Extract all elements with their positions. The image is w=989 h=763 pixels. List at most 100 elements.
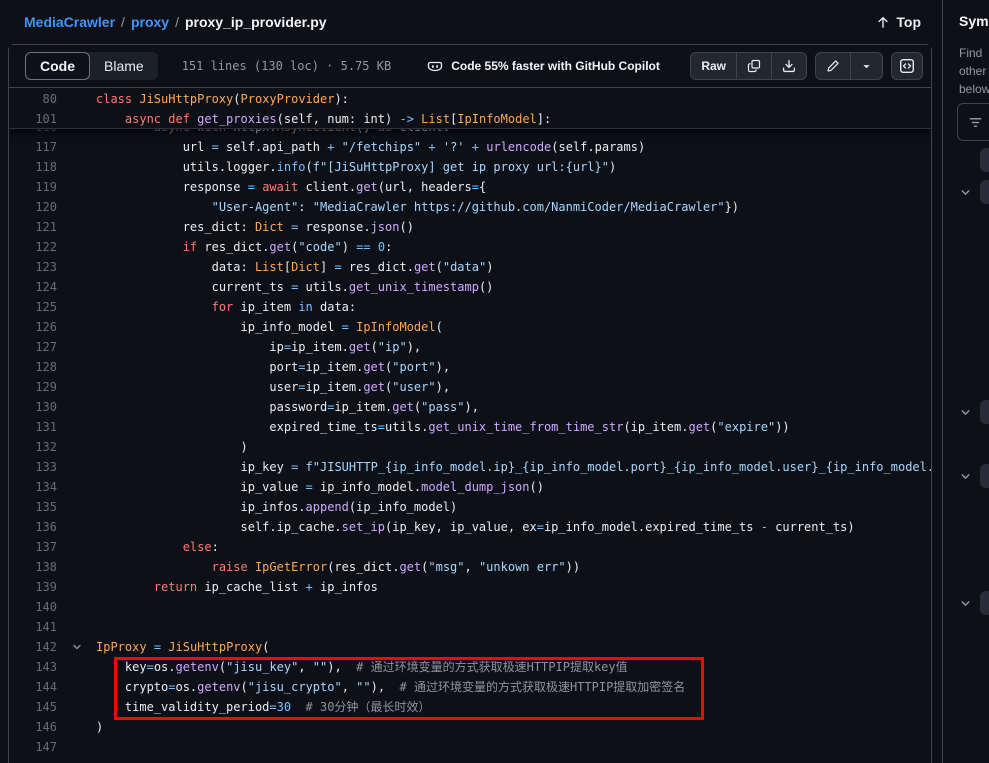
code-text: ip=ip_item.get("ip"), [96,337,421,357]
code-line: 120 "User-Agent": "MediaCrawler https://… [9,197,931,217]
copilot-banner[interactable]: Code 55% faster with GitHub Copilot [427,58,660,74]
code-text: self.ip_cache.set_ip(ip_key, ip_value, e… [96,517,855,537]
gutter [57,677,96,697]
code-text: async def get_proxies(self, num: int) ->… [96,109,551,129]
chevron-down-icon[interactable] [957,468,973,484]
line-number[interactable]: 80 [9,89,57,109]
line-number[interactable]: 128 [9,357,57,377]
symbols-panel-toggle-button[interactable] [891,52,923,80]
line-number[interactable]: 144 [9,677,57,697]
symbol-item[interactable] [980,591,989,615]
line-number[interactable]: 123 [9,257,57,277]
symbol-item[interactable] [980,148,989,172]
copy-icon [747,59,761,73]
copy-button[interactable] [736,53,771,79]
line-number[interactable]: 141 [9,617,57,637]
line-number[interactable]: 139 [9,577,57,597]
line-number[interactable]: 142 [9,637,57,657]
code-line: 147 [9,737,931,757]
chevron-down-icon[interactable] [957,184,973,200]
back-to-top-button[interactable]: Top [876,14,921,30]
code-text: utils.logger.info(f"[JiSuHttpProxy] get … [96,157,616,177]
line-number[interactable]: 121 [9,217,57,237]
gutter [57,137,96,157]
filter-button[interactable] [957,103,989,141]
chevron-down-icon[interactable] [957,595,973,611]
line-number[interactable]: 117 [9,137,57,157]
code-text: crypto=os.getenv("jisu_crypto", ""), # 通… [96,677,685,697]
line-number[interactable]: 146 [9,717,57,737]
line-number[interactable]: 140 [9,597,57,617]
line-number[interactable]: 101 [9,109,57,129]
code-line: 121 res_dict: Dict = response.json() [9,217,931,237]
code-line: 130 password=ip_item.get("pass"), [9,397,931,417]
breadcrumb-folder-link[interactable]: proxy [131,14,169,30]
code-line: 144 crypto=os.getenv("jisu_crypto", ""),… [9,677,931,697]
code-text: else: [96,537,219,557]
code-text: class JiSuHttpProxy(ProxyProvider): [96,89,349,109]
fold-chevron-icon[interactable] [57,637,96,657]
chevron-down-icon[interactable] [957,404,973,420]
line-number[interactable]: 129 [9,377,57,397]
arrow-up-icon [876,15,890,29]
edit-button-group [815,52,883,80]
breadcrumb-repo-link[interactable]: MediaCrawler [24,14,115,30]
download-icon [782,59,796,73]
breadcrumb-filename: proxy_ip_provider.py [185,14,327,30]
line-number[interactable]: 127 [9,337,57,357]
raw-button[interactable]: Raw [691,53,736,79]
symbol-item[interactable] [980,464,989,488]
gutter [57,237,96,257]
code-line: 80 class JiSuHttpProxy(ProxyProvider): [9,89,931,109]
line-number[interactable]: 134 [9,477,57,497]
symbols-description: Findotherbelow [959,44,989,98]
code-line: 101 async def get_proxies(self, num: int… [9,109,931,129]
line-number[interactable]: 133 [9,457,57,477]
code-line: 128 port=ip_item.get("port"), [9,357,931,377]
line-number[interactable]: 130 [9,397,57,417]
code-line: 137 else: [9,537,931,557]
code-line: 127 ip=ip_item.get("ip"), [9,337,931,357]
line-number[interactable]: 124 [9,277,57,297]
line-number[interactable]: 143 [9,657,57,677]
download-button[interactable] [771,53,806,79]
line-number[interactable]: 118 [9,157,57,177]
line-number[interactable]: 147 [9,737,57,757]
line-number[interactable]: 120 [9,197,57,217]
symbol-item[interactable] [980,180,989,204]
symbols-description-line: Find [959,44,989,62]
line-number[interactable]: 131 [9,417,57,437]
line-number[interactable]: 145 [9,697,57,717]
symbol-item[interactable] [980,400,989,424]
line-number[interactable]: 136 [9,517,57,537]
code-line: 119 response = await client.get(url, hea… [9,177,931,197]
line-number[interactable]: 126 [9,317,57,337]
code-line: 122 if res_dict.get("code") == 0: [9,237,931,257]
gutter [57,257,96,277]
line-number[interactable]: 138 [9,557,57,577]
gutter [57,517,96,537]
gutter [57,357,96,377]
chevron-down-icon [861,61,872,72]
tab-blame[interactable]: Blame [90,52,158,80]
line-number[interactable]: 135 [9,497,57,517]
edit-button[interactable] [816,53,850,79]
line-number[interactable]: 119 [9,177,57,197]
tab-code[interactable]: Code [25,52,90,80]
file-meta-info: 151 lines (130 loc) · 5.75 KB [182,59,392,73]
line-number[interactable]: 122 [9,237,57,257]
code-text: ip_info_model = IpInfoModel( [96,317,443,337]
edit-dropdown-button[interactable] [850,53,882,79]
line-number[interactable]: 125 [9,297,57,317]
line-number[interactable]: 132 [9,437,57,457]
gutter [57,417,96,437]
code-line: 136 self.ip_cache.set_ip(ip_key, ip_valu… [9,517,931,537]
code-line: 133 ip_key = f"JISUHTTP_{ip_info_model.i… [9,457,931,477]
code-text: if res_dict.get("code") == 0: [96,237,392,257]
line-number[interactable]: 137 [9,537,57,557]
code-line: 134 ip_value = ip_info_model.model_dump_… [9,477,931,497]
pencil-icon [826,59,840,73]
code-text: for ip_item in data: [96,297,356,317]
gutter [57,497,96,517]
code-text: return ip_cache_list + ip_infos [96,577,378,597]
